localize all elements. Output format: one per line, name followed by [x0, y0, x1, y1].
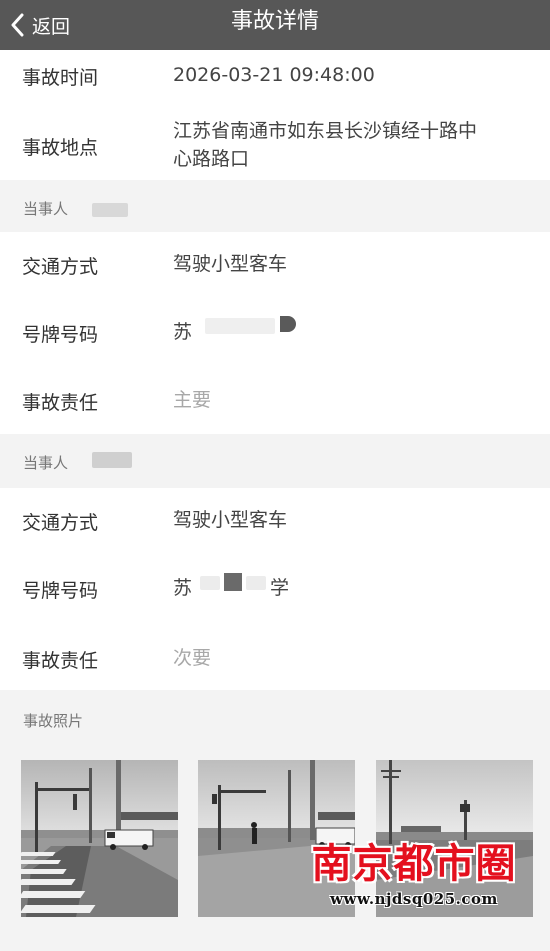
chevron-left-icon [10, 13, 24, 37]
accident-location-label: 事故地点 [22, 137, 99, 159]
party-2-liability-value: 次要 [173, 647, 212, 669]
party-2-liability-row: 事故责任 次要 [0, 622, 550, 690]
party-2-plate-label: 号牌号码 [22, 580, 99, 602]
party-1-mode-label: 交通方式 [22, 256, 99, 278]
party-1-liability-row: 事故责任 主要 [0, 364, 550, 434]
party-1-plate-prefix: 苏 [173, 321, 193, 343]
party-1-liability-value: 主要 [173, 389, 212, 411]
party-2-mode-row: 交通方式 驾驶小型客车 [0, 488, 550, 552]
accident-time-row: 事故时间 2026-03-21 09:48:00 [0, 50, 550, 100]
page-title: 事故详情 [230, 9, 319, 34]
watermark-text: 南京都市圈 [311, 840, 517, 887]
party-1-header-label: 当事人 [23, 200, 69, 218]
redacted-plate-mark [224, 573, 242, 591]
party-2-plate-row: 号牌号码 苏 学 [0, 552, 550, 622]
watermark-url: www.njdsq025.com [330, 890, 498, 908]
watermark: 南京都市圈 www.njdsq025.com [299, 838, 529, 918]
redacted-name-mark [92, 452, 132, 468]
party-2-liability-label: 事故责任 [22, 650, 99, 672]
redacted-plate-mark [205, 318, 275, 334]
redacted-plate-mark [200, 576, 220, 590]
navbar: 返回 事故详情 [0, 0, 550, 50]
photos-header-label: 事故照片 [23, 712, 84, 730]
party-2-header-label: 当事人 [23, 454, 69, 472]
party-1-mode-row: 交通方式 驾驶小型客车 [0, 232, 550, 296]
party-2-mode-value: 驾驶小型客车 [173, 509, 288, 531]
accident-location-line1: 江苏省南通市如东县长沙镇经十路中 [173, 120, 478, 142]
accident-time-label: 事故时间 [22, 67, 99, 89]
party-2-header: 当事人 [0, 434, 550, 488]
back-label: 返回 [32, 15, 71, 38]
party-1-plate-label: 号牌号码 [22, 324, 99, 346]
redacted-name-mark [92, 203, 128, 217]
redacted-plate-mark [280, 316, 296, 332]
accident-location-line2: 心路路口 [173, 148, 250, 170]
accident-photo-1[interactable] [21, 760, 178, 917]
party-2-mode-label: 交通方式 [22, 512, 99, 534]
party-1-plate-row: 号牌号码 苏 [0, 296, 550, 364]
party-2-plate-suffix: 学 [270, 577, 290, 599]
party-2-plate-prefix: 苏 [173, 577, 193, 599]
party-1-mode-value: 驾驶小型客车 [173, 253, 288, 275]
back-button[interactable]: 返回 [10, 0, 70, 50]
accident-time-value: 2026-03-21 09:48:00 [173, 64, 375, 86]
accident-location-row: 事故地点 江苏省南通市如东县长沙镇经十路中 心路路口 [0, 100, 550, 180]
party-1-liability-label: 事故责任 [22, 392, 99, 414]
redacted-plate-mark [246, 576, 266, 590]
party-1-header: 当事人 [0, 180, 550, 232]
